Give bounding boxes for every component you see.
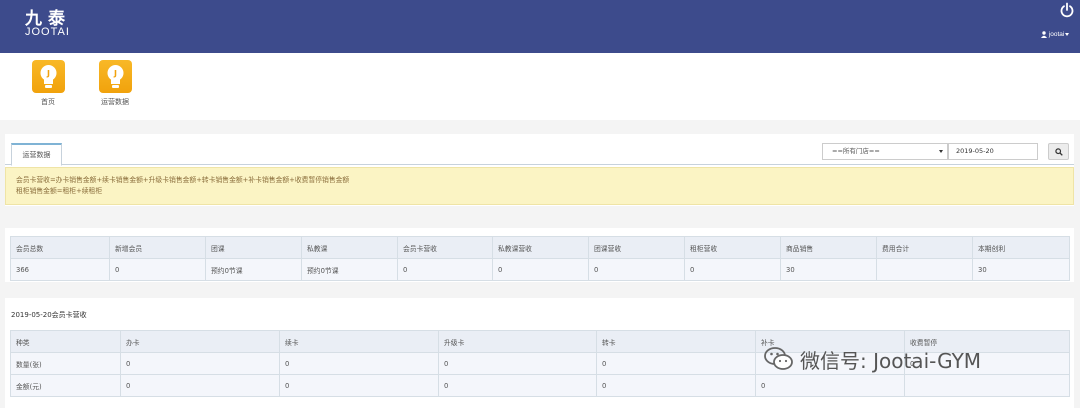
date-input[interactable]: 2019-05-20 (948, 143, 1038, 160)
store-select[interactable]: ==所有门店== (822, 143, 948, 160)
col-header: 团课 (205, 236, 302, 259)
table-cell: 0 (120, 374, 280, 397)
spacer-band (5, 282, 1074, 298)
notice-line-1: 会员卡营收=办卡销售金额+续卡销售金额+升级卡销售金额+转卡销售金额+补卡销售金… (16, 176, 350, 184)
col-header: 私教课营收 (492, 236, 589, 259)
col-header: 团课营收 (588, 236, 685, 259)
card-revenue-title: 2019-05-20会员卡营收 (11, 311, 87, 319)
search-button[interactable] (1048, 143, 1069, 160)
col-header: 私教课 (301, 236, 398, 259)
store-select-value: ==所有门店== (832, 147, 880, 155)
table-cell: 0 (279, 374, 439, 397)
table-cell: 0 (596, 374, 756, 397)
table-cell: 0 (397, 258, 493, 281)
col-header: 种类 (10, 330, 121, 353)
table-cell: 0 (755, 374, 905, 397)
app-home[interactable]: J 首页 (23, 60, 73, 107)
user-icon (1041, 31, 1047, 38)
col-header: 会员总数 (10, 236, 110, 259)
app-home-label: 首页 (41, 98, 55, 106)
table-cell: 30 (972, 258, 1070, 281)
search-icon (1055, 148, 1063, 156)
table-row: 金额(元) 0 0 0 0 0 (10, 374, 1070, 397)
table-cell: 0 (596, 352, 756, 375)
table-cell: 0 (438, 352, 597, 375)
col-header: 升级卡 (438, 330, 597, 353)
summary-table: 会员总数 新增会员 团课 私教课 会员卡营收 私教课营收 团课营收 租柜营收 商… (10, 236, 1070, 281)
spacer-band (5, 206, 1074, 228)
summary-value-row: 366 0 预约0节课 预约0节课 0 0 0 0 30 30 (10, 258, 1070, 281)
power-icon[interactable] (1059, 2, 1075, 18)
wechat-watermark: 微信号: Jootai-GYM (764, 344, 981, 374)
app-shortcuts: J 首页 J 运营数据 (0, 53, 1080, 120)
summary-header-row: 会员总数 新增会员 团课 私教课 会员卡营收 私教课营收 团课营收 租柜营收 商… (10, 236, 1070, 259)
table-cell: 366 (10, 258, 110, 281)
tab-bar: 运营数据 ==所有门店== 2019-05-20 (5, 134, 1074, 166)
user-name: jootai (1048, 31, 1065, 39)
col-header: 办卡 (120, 330, 280, 353)
notice-line-2: 租柜销售金额=租柜+续租柜 (16, 186, 103, 195)
table-cell: 0 (438, 374, 597, 397)
row-label: 金额(元) (10, 374, 121, 397)
top-header: 九泰 JOOTAI jootai (0, 0, 1080, 53)
watermark-text: 微信号: Jootai-GYM (800, 348, 982, 373)
logo-english: JOOTAI (25, 26, 70, 38)
lightbulb-icon: J (98, 60, 132, 93)
table-cell: 0 (279, 352, 439, 375)
col-header: 会员卡营收 (397, 236, 493, 259)
chevron-down-icon (1065, 33, 1070, 36)
col-header: 费用合计 (876, 236, 973, 259)
table-cell: 预约0节课 (301, 258, 398, 281)
svg-text:J: J (46, 69, 50, 78)
table-cell: 0 (120, 352, 280, 375)
col-header: 新增会员 (109, 236, 206, 259)
app-operations-data[interactable]: J 运营数据 (90, 60, 140, 107)
table-cell: 0 (588, 258, 685, 281)
col-header: 转卡 (596, 330, 756, 353)
col-header: 续卡 (279, 330, 439, 353)
tab-operations-data[interactable]: 运营数据 (11, 143, 62, 166)
col-header: 本期创利 (972, 236, 1070, 259)
col-header: 租柜营收 (684, 236, 781, 259)
row-label: 数量(张) (10, 352, 121, 375)
lightbulb-icon: J (31, 60, 65, 93)
user-menu[interactable]: jootai (1041, 31, 1070, 39)
caret-down-icon (939, 150, 943, 153)
table-cell (904, 374, 1070, 397)
table-cell: 预约0节课 (205, 258, 302, 281)
wechat-icon (764, 347, 793, 370)
formula-notice: 会员卡营收=办卡销售金额+续卡销售金额+升级卡销售金额+转卡销售金额+补卡销售金… (5, 167, 1074, 205)
svg-text:J: J (113, 69, 117, 78)
col-header: 商品销售 (780, 236, 877, 259)
app-operations-label: 运营数据 (101, 98, 129, 106)
table-cell: 0 (684, 258, 781, 281)
table-cell: 0 (109, 258, 206, 281)
table-cell: 30 (780, 258, 877, 281)
table-cell: 0 (492, 258, 589, 281)
table-cell (876, 258, 973, 281)
